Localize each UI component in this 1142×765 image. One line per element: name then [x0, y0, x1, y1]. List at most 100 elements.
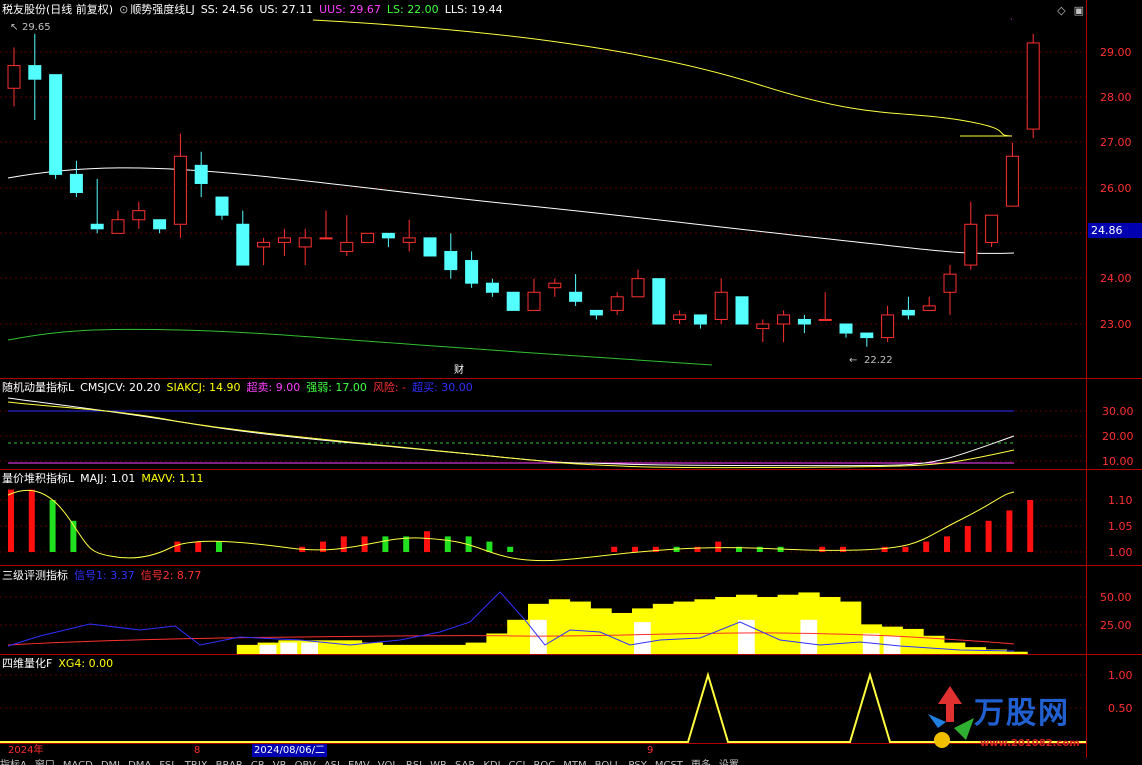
accumulation-bar [382, 536, 389, 552]
accumulation-bar [8, 489, 14, 552]
majj-value: MAJJ: 1.01 [80, 472, 136, 485]
tab-1[interactable]: 窗口 [35, 761, 55, 765]
candle-body [943, 273, 957, 293]
tab-5[interactable]: FSL [159, 761, 177, 765]
top-right-controls: ◇ ▣ [1049, 4, 1084, 17]
candle-body [756, 323, 770, 330]
rating-bar [548, 599, 571, 654]
mavv-value: MAVV: 1.11 [141, 472, 204, 485]
tab-13[interactable]: VOL [378, 761, 398, 765]
indicator-name[interactable]: 顺势强度线LJ [130, 3, 194, 16]
uus-line [312, 19, 1013, 137]
candle-body [215, 196, 229, 216]
logo-url: www.201082.com [980, 738, 1080, 749]
panel5-header: 四维量化F XG4: 0.00 [2, 657, 119, 671]
accumulation-bar [424, 531, 430, 552]
panel5-name[interactable]: 四维量化F [2, 657, 52, 670]
accumulation-bar [819, 546, 826, 552]
us-value: US: 27.11 [259, 3, 314, 16]
selected-date: 2024/08/06/二 [252, 744, 328, 757]
tab-9[interactable]: VR [273, 761, 287, 765]
siakcj-line [7, 401, 1015, 469]
tab-4[interactable]: DMA [128, 761, 151, 765]
tab-7[interactable]: BRAR [216, 761, 243, 765]
candle-body [236, 223, 250, 266]
candle-body [901, 309, 915, 316]
candle-body [444, 250, 458, 271]
tab-6[interactable]: TRIX [185, 761, 208, 765]
tab-2[interactable]: MACD [63, 761, 93, 765]
price-tick: 29.00 [1100, 46, 1132, 59]
rating-bar [465, 642, 487, 654]
candle-body [610, 296, 624, 311]
rating-bar [1006, 651, 1028, 654]
candle-body [257, 241, 271, 248]
candle-body [319, 237, 333, 240]
accumulation-bar [632, 546, 638, 552]
candle-body [69, 173, 83, 194]
tab-25[interactable]: 设置 [719, 761, 739, 765]
tab-17[interactable]: KDJ [483, 761, 500, 765]
p5-tick: 1.00 [1108, 669, 1133, 682]
candle-body [673, 314, 687, 320]
strength-value: 强弱: 17.00 [306, 381, 367, 394]
tab-8[interactable]: CR [251, 761, 265, 765]
candle-body [964, 223, 978, 266]
panel4-header: 三级评测指标 信号1: 3.37 信号2: 8.77 [2, 569, 207, 583]
tab-24[interactable]: 更多 [691, 761, 711, 765]
accumulation-bar [507, 546, 514, 552]
candle-body [714, 291, 728, 320]
candle-body [402, 237, 416, 243]
stock-name[interactable]: 税友股份(日线 前复权) [2, 3, 113, 16]
tab-14[interactable]: RSI [406, 761, 422, 765]
month-9-label: 9 [647, 745, 654, 756]
tab-11[interactable]: ASI [324, 761, 340, 765]
candle-body [485, 282, 499, 293]
tab-21[interactable]: BOLL [595, 761, 621, 765]
rating-bar [673, 601, 695, 654]
rating-bar [486, 633, 508, 654]
rating-bar [444, 644, 467, 654]
price-tick: 23.00 [1100, 318, 1132, 331]
tab-3[interactable]: DMI [101, 761, 120, 765]
price-tick: 28.00 [1100, 91, 1132, 104]
tab-12[interactable]: EMV [348, 761, 370, 765]
high-price-value: 29.65 [22, 22, 51, 33]
panel4-name[interactable]: 三级评测指标 [2, 569, 68, 582]
tab-0[interactable]: 指标A [0, 761, 27, 765]
tab-18[interactable]: CCI [509, 761, 526, 765]
panel2-name[interactable]: 随机动量指标L [2, 381, 74, 394]
candle-body [860, 332, 874, 339]
tab-10[interactable]: OBV [295, 761, 316, 765]
accumulation-bar [944, 536, 950, 552]
tab-23[interactable]: MCST [655, 761, 683, 765]
panel2-header: 随机动量指标L CMSJCV: 20.20 SIAKCJ: 14.90 超卖: 9.0… [2, 381, 479, 395]
tab-15[interactable]: WR [430, 761, 447, 765]
accumulation-bar [964, 526, 971, 552]
diamond-icon[interactable]: ◇ [1057, 4, 1065, 17]
tab-20[interactable]: MTM [563, 761, 586, 765]
tab-16[interactable]: SAR [455, 761, 475, 765]
chevron-down-icon[interactable]: ⊙ [119, 3, 128, 16]
candle-body [631, 278, 645, 298]
watermark-logo: 万股网 www.201082.com [920, 682, 1120, 758]
rating-bar [902, 628, 924, 654]
tab-19[interactable]: ROC [533, 761, 555, 765]
square-icon[interactable]: ▣ [1074, 4, 1084, 17]
p2-tick: 30.00 [1102, 405, 1134, 418]
candle-body [423, 237, 437, 257]
xg4-value: XG4: 0.00 [58, 657, 114, 670]
candle-body [111, 219, 125, 234]
rating-bar [340, 640, 363, 654]
panel3-name[interactable]: 量价堆积指标L [2, 472, 74, 485]
p4-tick: 50.00 [1100, 591, 1132, 604]
accumulation-bar [881, 546, 888, 552]
accumulation-bar [756, 546, 763, 552]
ss-line [7, 167, 1015, 254]
accumulation-bar [340, 536, 347, 552]
candle-body [922, 305, 936, 311]
finance-marker[interactable]: 财 [454, 363, 464, 376]
tab-22[interactable]: PSY [628, 761, 647, 765]
candle-body [381, 232, 395, 239]
candlestick-series [7, 33, 1040, 347]
